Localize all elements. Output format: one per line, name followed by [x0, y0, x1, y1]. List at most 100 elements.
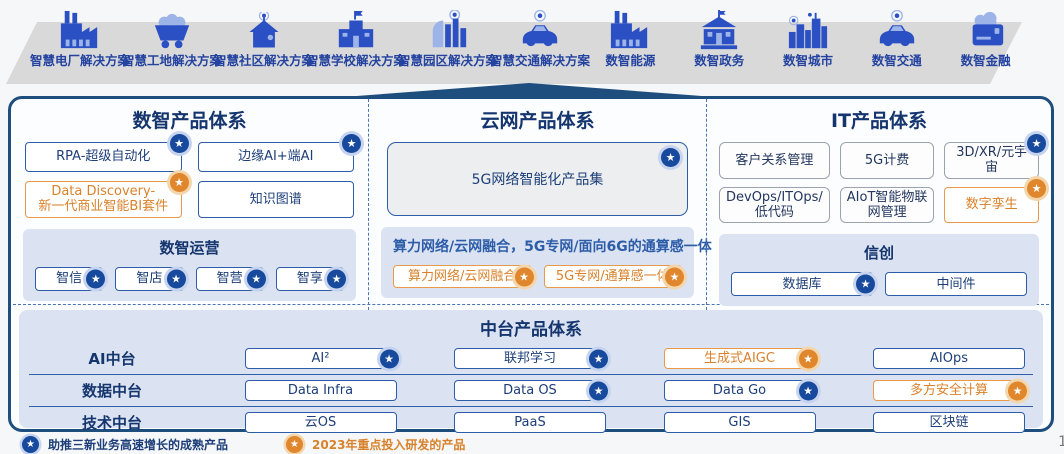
factory-icon	[607, 0, 653, 52]
product-box-label: 智信	[56, 271, 82, 286]
banner-item[interactable]: 智慧电厂解决方案	[34, 0, 126, 95]
section-title: IT产品体系	[717, 106, 1041, 133]
legend-item: ★2023年重点投入研发的产品	[286, 436, 465, 453]
product-box-label: 多方安全计算	[910, 383, 988, 398]
banner-item-label: 数智政务	[694, 54, 744, 68]
product-box[interactable]: 智享 ★	[276, 267, 344, 291]
product-box-label: AI²	[312, 351, 330, 366]
school-icon	[333, 0, 379, 52]
orange-star-icon: ★	[665, 267, 684, 286]
banner-item[interactable]: 数智交通	[852, 0, 941, 95]
panel-heading: 算力网络/云网融合，5G专网/面向6G的通算感一体	[393, 236, 682, 256]
product-box[interactable]: 客户关系管理	[719, 142, 830, 179]
product-box[interactable]: 算力网络/云网融合★	[393, 265, 532, 288]
panel-computing-network: 算力网络/云网融合，5G专网/面向6G的通算感一体 算力网络/云网融合★ 5G专网…	[381, 227, 694, 298]
government-icon	[696, 0, 742, 52]
banner-item[interactable]: 数智城市	[764, 0, 853, 95]
product-box-label: Data Go	[713, 383, 766, 398]
product-box[interactable]: 知识图谱	[198, 181, 355, 218]
product-box[interactable]: 区块链	[873, 412, 1025, 433]
banner-item[interactable]: 数智能源	[586, 0, 675, 95]
product-box[interactable]: 5G计费	[840, 142, 935, 179]
product-box[interactable]: AI²★	[245, 348, 397, 369]
blue-star-icon: ★	[327, 269, 346, 288]
5g-network-product-box[interactable]: 5G网络智能化产品集 ★	[387, 142, 688, 216]
industry-banner: 智慧电厂解决方案智慧工地解决方案智慧社区解决方案智慧学校解决方案智慧园区解决方案…	[0, 0, 1064, 95]
row-label: AI中台	[37, 348, 187, 369]
product-box-label: 云OS	[305, 415, 337, 430]
product-box[interactable]: 联邦学习★	[454, 348, 606, 369]
banner-item-label: 智慧交通解决方案	[490, 54, 590, 68]
product-box[interactable]: 多方安全计算 ★	[873, 380, 1025, 401]
banner-item-label: 数智交通	[872, 54, 922, 68]
legend-label: 2023年重点投入研发的产品	[312, 436, 465, 453]
product-box[interactable]: 边缘AI+端AI★	[198, 142, 355, 172]
banner-items: 智慧电厂解决方案智慧工地解决方案智慧社区解决方案智慧学校解决方案智慧园区解决方案…	[0, 0, 1064, 95]
panel-title: 数智运营	[35, 237, 344, 258]
product-box[interactable]: RPA-超级自动化★	[25, 142, 182, 172]
panel-digital-operations: 数智运营 智信★ 智店★ 智营★ 智享 ★	[23, 229, 356, 301]
product-box[interactable]: Data Infra	[245, 380, 397, 401]
product-box[interactable]: 中间件	[885, 272, 1027, 296]
product-box[interactable]: AIoT智能物联网管理	[840, 187, 935, 224]
house-icon	[242, 0, 286, 52]
product-box-label: 边缘AI+端AI	[238, 149, 313, 164]
banner-item[interactable]: 智慧工地解决方案	[126, 0, 218, 95]
blue-star-icon: ★	[589, 381, 608, 400]
banner-item[interactable]: 智慧社区解决方案	[218, 0, 310, 95]
product-box[interactable]: 云OS	[245, 412, 397, 433]
legend-label: 助推三新业务高速增长的成熟产品	[48, 436, 228, 453]
main-container: 数智产品体系 RPA-超级自动化★边缘AI+端AI★Data Discovery…	[8, 96, 1054, 432]
blue-star-icon: ★	[856, 275, 875, 294]
product-box-label: AIOps	[930, 351, 968, 366]
product-box-label: 智享	[297, 271, 323, 286]
section-title: 数智产品体系	[21, 106, 358, 133]
cart-icon	[149, 0, 195, 52]
product-box[interactable]: 3D/XR/元宇宙★	[944, 142, 1039, 179]
product-box-label: 低代码	[755, 205, 794, 220]
banner-item-label: 智慧园区解决方案	[398, 54, 498, 68]
blue-star-icon: ★	[342, 134, 361, 153]
product-box[interactable]: 智信★	[35, 267, 103, 291]
product-box[interactable]: 生成式AIGC★	[664, 348, 816, 369]
product-box[interactable]: 智店★	[115, 267, 183, 291]
product-box[interactable]: DevOps/ITOps/低代码	[719, 187, 830, 224]
product-box[interactable]: AIOps	[873, 348, 1025, 369]
product-box[interactable]: Data Discovery-新一代商业智能BI套件★	[25, 181, 182, 218]
product-box-label: DevOps/ITOps/	[726, 190, 823, 205]
orange-star-icon: ★	[799, 349, 818, 368]
product-box[interactable]: 数据库★	[731, 272, 873, 296]
product-box[interactable]: 5G专网/通算感一体★	[544, 265, 683, 288]
banner-item[interactable]: 智慧交通解决方案	[494, 0, 586, 95]
banner-item-label: 数智能源	[605, 54, 655, 68]
product-box[interactable]: PaaS	[454, 412, 606, 433]
digital-product-boxes: RPA-超级自动化★ 边缘AI+端AI★ Data Discovery-新一代商业智…	[21, 142, 358, 218]
product-box-label: 区块链	[929, 415, 968, 430]
car-icon	[874, 0, 920, 52]
orange-star-icon: ★	[1008, 381, 1027, 400]
product-box-label: RPA-超级自动化	[56, 149, 150, 164]
banner-item[interactable]: 数智政务	[675, 0, 764, 95]
product-box[interactable]: 数字孪生★	[944, 187, 1039, 224]
banner-item[interactable]: 智慧学校解决方案	[310, 0, 402, 95]
product-box-label: Data OS	[503, 383, 557, 398]
xinchuang-boxes: 数据库★ 中间件	[731, 272, 1027, 296]
product-box-label: GIS	[728, 415, 750, 430]
orange-star-icon: ★	[515, 267, 534, 286]
banner-item[interactable]: 智慧园区解决方案	[402, 0, 494, 95]
blue-star-icon: ★	[799, 381, 818, 400]
product-box[interactable]: GIS	[664, 412, 816, 433]
section-it-products: IT产品体系 客户关系管理 5G计费3D/XR/元宇宙★ DevOps/ITOps/…	[706, 99, 1051, 310]
product-box[interactable]: Data Go ★	[664, 380, 816, 401]
product-box[interactable]: 智营★	[196, 267, 264, 291]
panel-xinchuang: 信创 数据库★中间件	[719, 234, 1039, 306]
product-box-label: Data Infra	[288, 383, 353, 398]
product-box[interactable]: Data OS ★	[454, 380, 606, 401]
banner-item[interactable]: 数智金融	[941, 0, 1030, 95]
banner-item-label: 智慧电厂解决方案	[30, 54, 130, 68]
section-title: 中台产品体系	[29, 315, 1033, 340]
section-cloud-network-products: 云网产品体系 5G网络智能化产品集 ★ 算力网络/云网融合，5G专网/面向6G的…	[368, 99, 706, 310]
orange-star-icon: ★	[1027, 179, 1046, 198]
product-box-label: 知识图谱	[250, 192, 302, 207]
bankcard-icon	[963, 0, 1009, 52]
